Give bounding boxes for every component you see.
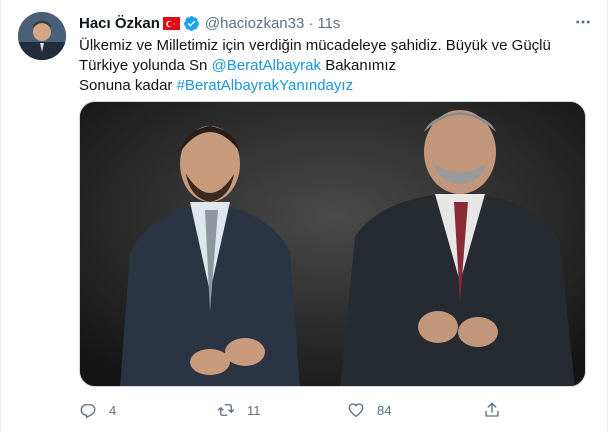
verified-badge-icon — [183, 15, 200, 32]
tweet-header: Hacı Özkan @haciozkan33 · 11s — [79, 13, 591, 33]
separator-dot: · — [308, 14, 314, 32]
tweet-card[interactable]: Hacı Özkan @haciozkan33 · 11s Ülkemiz ve… — [0, 0, 608, 432]
tweet-timestamp[interactable]: 11s — [317, 15, 340, 32]
tweet-text-line-1: Ülkemiz ve Milletimiz için verdiğin müca… — [79, 37, 551, 54]
like-button[interactable]: 84 — [347, 398, 391, 422]
author-name[interactable]: Hacı Özkan — [79, 15, 160, 32]
text-segment: Sonuna kadar — [79, 77, 177, 94]
share-button[interactable] — [483, 398, 501, 422]
like-icon — [348, 403, 364, 418]
reply-count: 4 — [109, 402, 117, 418]
more-options-button[interactable] — [569, 8, 597, 36]
reply-button[interactable]: 4 — [79, 398, 116, 422]
mention-link[interactable]: @BeratAlbayrak — [212, 57, 321, 74]
reply-icon — [80, 404, 96, 419]
author-handle[interactable]: @haciozkan33 — [205, 15, 304, 32]
retweet-icon — [217, 404, 235, 416]
like-count: 84 — [377, 402, 392, 418]
retweet-button[interactable]: 11 — [217, 398, 261, 422]
hashtag-link[interactable]: #BeratAlbayrakYanındayız — [177, 77, 354, 94]
photo-image — [80, 102, 585, 386]
text-segment: Bakanımız — [321, 57, 397, 74]
more-icon — [576, 20, 590, 24]
tweet-text-line-3: Sonuna kadar #BeratAlbayrakYanındayız — [79, 76, 579, 96]
turkey-flag-icon — [162, 17, 180, 30]
tweet-text: Ülkemiz ve Milletimiz için verdiğin müca… — [79, 36, 579, 96]
avatar-image — [18, 12, 66, 60]
tweet-text-line-2: Türkiye yolunda Sn @BeratAlbayrak Bakanı… — [79, 56, 579, 76]
tweet-photo[interactable] — [79, 101, 586, 387]
tweet-actions: 4 11 84 — [71, 398, 511, 422]
text-segment: Türkiye yolunda Sn — [79, 57, 212, 74]
share-icon — [485, 402, 499, 417]
avatar[interactable] — [18, 12, 66, 60]
retweet-count: 11 — [247, 402, 261, 418]
